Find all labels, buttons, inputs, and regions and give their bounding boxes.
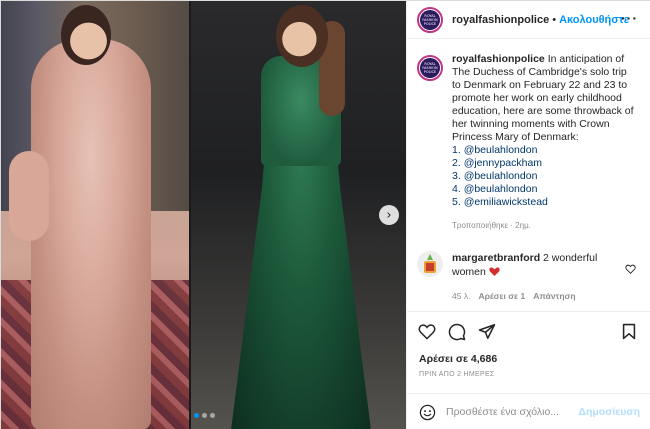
mention-list: 1. @beulahlondon 2. @jennypackham 3. @be… <box>452 144 637 209</box>
comment-username[interactable]: margaretbranford <box>452 252 540 264</box>
caption-edited-time: Τροποποιήθηκε · 2ημ. <box>452 221 531 230</box>
more-options-icon[interactable]: ··· <box>621 10 638 26</box>
chevron-right-icon: › <box>386 207 392 223</box>
comments-section[interactable]: ROYAL FASHION POLICE royalfashionpolice … <box>407 39 650 311</box>
avatar-logo: ROYAL FASHION POLICE <box>420 9 440 30</box>
mention-link[interactable]: 3. @beulahlondon <box>452 170 637 183</box>
caption-body: royalfashionpolice In anticipation of Th… <box>452 53 637 232</box>
header-separator: • <box>552 13 557 26</box>
avatar[interactable]: ROYAL FASHION POLICE <box>417 6 443 33</box>
red-heart-emoji-icon <box>489 266 500 276</box>
follow-button[interactable]: Ακολουθήστε <box>559 14 629 26</box>
mention-link[interactable]: 4. @beulahlondon <box>452 183 637 196</box>
share-icon[interactable] <box>478 323 496 345</box>
emoji-icon[interactable] <box>419 404 436 421</box>
avatar[interactable] <box>417 251 443 277</box>
post-caption: ROYAL FASHION POLICE royalfashionpolice … <box>417 53 647 232</box>
caption-username[interactable]: royalfashionpolice <box>452 53 545 65</box>
mention-link[interactable]: 5. @emiliawickstead <box>452 196 637 209</box>
avatar[interactable]: ROYAL FASHION POLICE <box>417 55 443 81</box>
comment-like-heart-icon[interactable] <box>625 261 636 279</box>
bookmark-icon[interactable] <box>622 323 636 345</box>
post-header: ROYAL FASHION POLICE royalfashionpolice … <box>407 1 650 39</box>
carousel-dot <box>194 413 199 418</box>
comment-item: margaretbranford 2 wonderful women 45 λ.… <box>417 251 647 303</box>
mention-link[interactable]: 1. @beulahlondon <box>452 144 637 157</box>
comment-age: 45 λ. <box>452 291 471 301</box>
action-bar <box>407 311 650 349</box>
photo-duchess-of-cambridge <box>191 1 406 429</box>
reply-button[interactable]: Απάντηση <box>533 289 575 303</box>
like-count[interactable]: Αρέσει σε 4,686 <box>419 353 497 365</box>
carousel-next-button[interactable]: › <box>379 205 399 225</box>
carousel-dot <box>202 413 207 418</box>
post-media[interactable]: › <box>1 1 406 429</box>
post-side-panel: ROYAL FASHION POLICE royalfashionpolice … <box>406 1 650 429</box>
post-timestamp: ΠΡΙΝ ΑΠΟ 2 ΗΜΕΡΕΣ <box>419 371 495 378</box>
comment-likes-link[interactable]: Αρέσει σε 1 <box>478 289 525 303</box>
heart-icon[interactable] <box>418 323 436 345</box>
instagram-post-modal: › ROYAL FASHION POLICE royalfashionpolic… <box>0 0 650 429</box>
avatar-logo: ROYAL FASHION POLICE <box>420 58 440 78</box>
photo-crown-princess-mary <box>1 1 189 429</box>
header-username[interactable]: royalfashionpolice <box>452 14 549 26</box>
post-comment-button[interactable]: Δημοσίευση <box>578 406 640 418</box>
comment-meta: 45 λ. Αρέσει σε 1 Απάντηση <box>452 289 622 303</box>
comment-body: margaretbranford 2 wonderful women 45 λ.… <box>452 251 622 303</box>
comment-composer: Δημοσίευση <box>407 393 650 429</box>
mention-link[interactable]: 2. @jennypackham <box>452 157 637 170</box>
comment-input[interactable] <box>446 406 586 418</box>
commenter-avatar-icon <box>424 254 436 273</box>
comment-icon[interactable] <box>448 323 466 346</box>
carousel-dots <box>194 413 215 418</box>
caption-text: In anticipation of The Duchess of Cambri… <box>452 53 634 143</box>
carousel-dot <box>210 413 215 418</box>
